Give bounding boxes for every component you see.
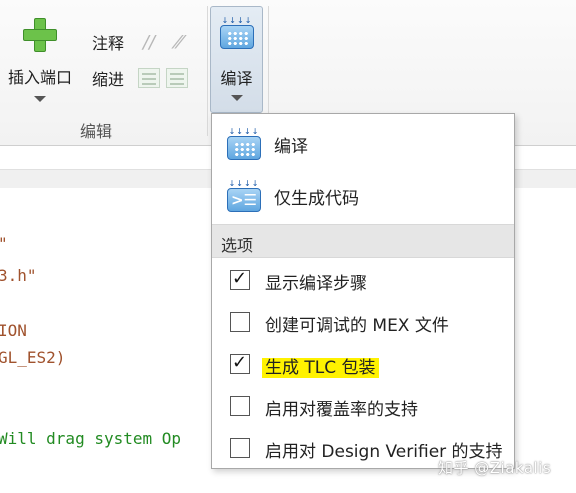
option-label: 显示编译步骤 bbox=[265, 274, 367, 294]
compile-icon: ↓↓↓↓ bbox=[219, 17, 255, 49]
code-line: 3.h" bbox=[0, 266, 37, 285]
uncomment-icon[interactable]: ⁄⁄ bbox=[166, 31, 192, 53]
option-debuggable-mex[interactable]: 创建可调试的 MEX 文件 bbox=[212, 302, 514, 342]
code-line: GL_ES2) bbox=[0, 348, 66, 367]
indent-icon[interactable] bbox=[138, 68, 160, 88]
option-generate-tlc-wrapper[interactable]: ✓ 生成 TLC 包装 bbox=[212, 344, 514, 384]
chevron-down-icon bbox=[34, 96, 46, 102]
checkbox[interactable]: ✓ bbox=[230, 352, 250, 374]
code-line: ION bbox=[0, 321, 27, 340]
compile-button-label: 编译 bbox=[220, 69, 253, 88]
outdent-icon[interactable] bbox=[166, 68, 188, 88]
plus-icon bbox=[23, 18, 57, 52]
menu-item-compile[interactable]: ↓↓↓↓ 编译 bbox=[212, 118, 514, 170]
menu-item-compile-label: 编译 bbox=[274, 136, 308, 157]
checkbox[interactable]: ✓ bbox=[230, 268, 250, 290]
indent-row: 缩进 bbox=[92, 66, 188, 90]
compile-icon: ↓↓↓↓ bbox=[226, 128, 262, 160]
compile-button[interactable]: ↓↓↓↓ 编译 bbox=[210, 6, 263, 113]
code-line: Will drag system Op bbox=[0, 429, 182, 448]
code-line: " bbox=[0, 234, 8, 253]
edit-group-label: 编辑 bbox=[80, 122, 113, 141]
indent-label: 缩进 bbox=[92, 70, 125, 89]
option-coverage-support[interactable]: 启用对覆盖率的支持 bbox=[212, 386, 514, 426]
comment-icon[interactable]: // bbox=[136, 31, 162, 53]
insert-port-button[interactable]: 插入端口 bbox=[0, 14, 80, 110]
checkmark-icon: ✓ bbox=[232, 268, 248, 289]
watermark: 知乎 @Ziakalis bbox=[438, 459, 552, 477]
generate-code-icon: ↓↓↓↓ >☰ bbox=[226, 180, 262, 212]
comment-row: 注释 // ⁄⁄ bbox=[92, 30, 192, 54]
checkbox[interactable] bbox=[230, 438, 250, 458]
compile-dropdown-menu: ↓↓↓↓ 编译 ↓↓↓↓ >☰ 仅生成代码 选项 ✓ 显示编译步骤 创建可调试的… bbox=[211, 113, 515, 469]
option-show-compile-steps[interactable]: ✓ 显示编译步骤 bbox=[212, 260, 514, 300]
group-divider bbox=[207, 6, 208, 136]
checkbox[interactable] bbox=[230, 312, 250, 332]
options-section-label: 选项 bbox=[221, 236, 254, 255]
option-label: 创建可调试的 MEX 文件 bbox=[265, 316, 449, 336]
option-label-highlighted: 生成 TLC 包装 bbox=[262, 358, 379, 378]
menu-item-generate-code[interactable]: ↓↓↓↓ >☰ 仅生成代码 bbox=[212, 170, 514, 222]
chevron-down-icon bbox=[231, 95, 243, 101]
option-label: 启用对覆盖率的支持 bbox=[265, 400, 418, 420]
checkbox[interactable] bbox=[230, 396, 250, 416]
checkmark-icon: ✓ bbox=[232, 352, 248, 373]
insert-port-label: 插入端口 bbox=[7, 68, 72, 87]
options-section-header: 选项 bbox=[212, 224, 514, 258]
comment-label: 注释 bbox=[92, 34, 125, 53]
menu-item-generate-code-label: 仅生成代码 bbox=[274, 188, 359, 209]
option-label-wrap: 生成 TLC 包装 bbox=[262, 353, 379, 378]
